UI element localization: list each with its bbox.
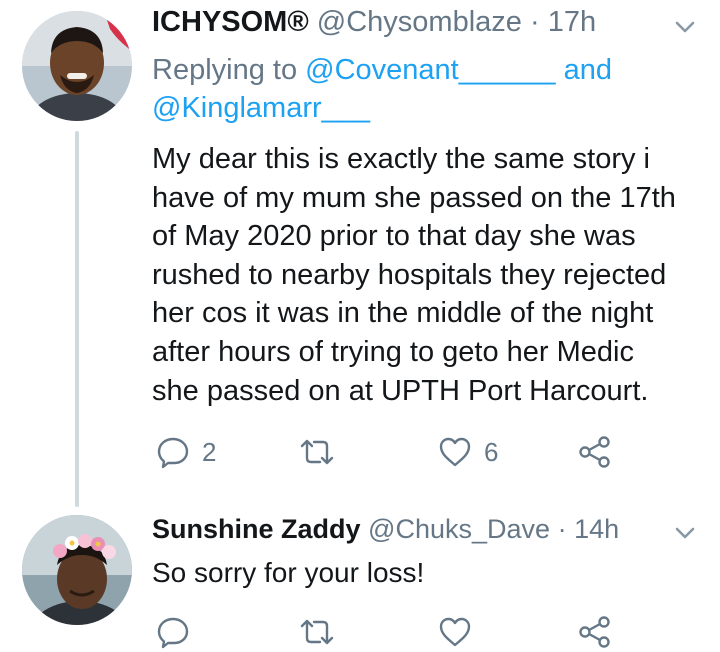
like-count: 6 <box>484 436 499 467</box>
tweet-text-line: rushed to nearby hospitals they rejected <box>152 258 667 291</box>
tweet-text-line: My dear this is exactly the same story i <box>152 143 650 175</box>
display-name[interactable]: Sunshine Zaddy <box>152 514 361 544</box>
tweet-text-line: she passed on at UPTH Port Harcourt. <box>152 374 649 407</box>
reply-button[interactable] <box>156 612 190 652</box>
reply-icon <box>157 617 189 649</box>
share-icon <box>579 616 610 648</box>
tweet-text-line: of May 2020 prior to that day she was <box>152 220 636 253</box>
more-button[interactable] <box>672 14 698 40</box>
separator: · <box>529 6 540 38</box>
tweet-text: So sorry for your loss! <box>152 557 425 588</box>
tweet-header: ICHYSOM® @Chysomblaze · 17h <box>152 4 596 40</box>
thread-line <box>75 131 79 507</box>
reply-count: 2 <box>202 436 217 467</box>
avatar[interactable] <box>22 11 132 121</box>
chevron-down-icon <box>675 527 695 539</box>
tweet-sunshine-zaddy[interactable]: Sunshine Zaddy @Chuks_Dave · 14h So sorr… <box>0 500 720 649</box>
tweet-header: Sunshine Zaddy @Chuks_Dave · 14h <box>152 511 619 547</box>
replying-and[interactable]: and <box>564 54 612 86</box>
mention-link[interactable]: @Covenant______ <box>305 54 555 86</box>
share-icon <box>579 436 610 468</box>
more-button[interactable] <box>672 520 698 546</box>
heart-icon <box>439 437 471 467</box>
reply-icon <box>157 437 189 469</box>
replying-to: Replying to @Covenant______ and @Kinglam… <box>152 51 692 127</box>
replying-prefix: Replying to <box>152 54 298 86</box>
heart-icon <box>439 617 471 647</box>
retweet-icon <box>300 619 334 645</box>
separator: · <box>557 514 567 544</box>
tweet-text-line: after hours of trying to geto her Medic <box>152 335 634 368</box>
avatar-photo <box>22 515 132 625</box>
mention-link[interactable]: @Kinglamarr___ <box>152 92 370 124</box>
reply-button[interactable]: 2 <box>156 432 216 472</box>
tweet-text: My dear this is exactly the same story i… <box>152 140 702 410</box>
tweet-ichysom[interactable]: ICHYSOM® @Chysomblaze · 17h Replying to … <box>0 0 720 507</box>
tweet-text-line: have of my mum she passed on the 17th <box>152 181 676 214</box>
display-name[interactable]: ICHYSOM® <box>152 6 309 38</box>
avatar-photo <box>22 11 132 121</box>
action-bar: 2 6 <box>152 432 632 472</box>
tweet-text-line: her cos it was in the middle of the nigh… <box>152 297 654 330</box>
share-button[interactable] <box>578 432 612 472</box>
action-bar <box>152 612 632 652</box>
timestamp[interactable]: 14h <box>574 514 619 544</box>
like-button[interactable] <box>438 612 472 652</box>
chevron-down-icon <box>675 21 695 33</box>
share-button[interactable] <box>578 612 612 652</box>
handle[interactable]: @Chuks_Dave <box>368 514 550 544</box>
avatar[interactable] <box>22 515 132 625</box>
retweet-button[interactable] <box>298 612 336 652</box>
like-button[interactable]: 6 <box>438 432 498 472</box>
handle[interactable]: @Chysomblaze <box>317 6 522 38</box>
timestamp[interactable]: 17h <box>548 6 596 38</box>
retweet-button[interactable] <box>298 432 348 472</box>
retweet-icon <box>300 439 334 465</box>
